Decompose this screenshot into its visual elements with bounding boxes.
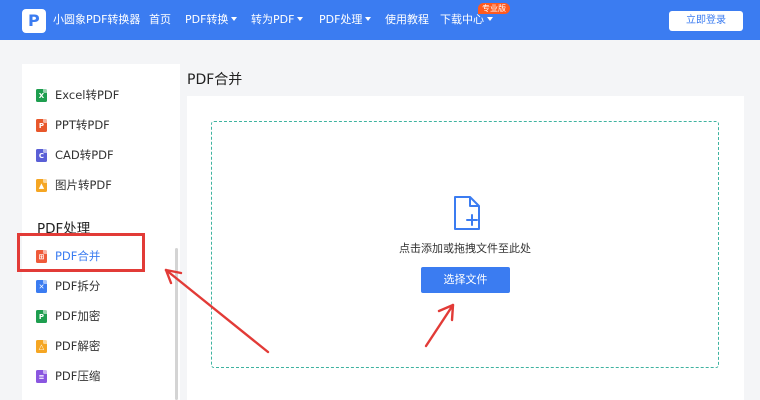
sidebar-item-pdf-split[interactable]: ✕ PDF拆分 bbox=[36, 276, 100, 296]
drop-hint-text: 点击添加或拖拽文件至此处 bbox=[399, 242, 531, 255]
sidebar-item-image-to-pdf[interactable]: ▲ 图片转PDF bbox=[36, 175, 112, 195]
highlight-box bbox=[17, 233, 145, 272]
nav-pdf-tools[interactable]: PDF处理 bbox=[319, 13, 372, 27]
sidebar: X Excel转PDF P PPT转PDF C CAD转PDF ▲ 图片转PDF… bbox=[17, 64, 180, 400]
compress-icon: ≡ bbox=[36, 369, 47, 383]
lock-icon: P bbox=[36, 309, 47, 323]
sidebar-item-label: 图片转PDF bbox=[55, 178, 112, 192]
sidebar-item-pdf-compress[interactable]: ≡ PDF压缩 bbox=[36, 366, 100, 386]
pro-badge: 专业版 bbox=[478, 3, 510, 14]
chevron-down-icon bbox=[487, 17, 493, 21]
nav-pdf-convert[interactable]: PDF转换 bbox=[185, 13, 238, 27]
sidebar-item-label: PDF压缩 bbox=[55, 369, 101, 383]
file-drop-zone[interactable]: 点击添加或拖拽文件至此处 选择文件 bbox=[211, 121, 719, 368]
chevron-down-icon bbox=[297, 17, 304, 21]
add-file-icon bbox=[454, 196, 480, 230]
chevron-down-icon bbox=[365, 17, 372, 21]
sidebar-item-label: PDF加密 bbox=[55, 309, 101, 323]
sidebar-item-pdf-encrypt[interactable]: P PDF加密 bbox=[36, 306, 100, 326]
nav-to-pdf[interactable]: 转为PDF bbox=[251, 13, 304, 27]
chevron-down-icon bbox=[231, 17, 238, 21]
login-button[interactable]: 立即登录 bbox=[669, 11, 743, 31]
unlock-icon: △ bbox=[36, 339, 47, 353]
sidebar-item-ppt-to-pdf[interactable]: P PPT转PDF bbox=[36, 115, 110, 135]
upload-panel: 点击添加或拖拽文件至此处 选择文件 bbox=[187, 96, 744, 400]
select-file-button[interactable]: 选择文件 bbox=[421, 267, 510, 293]
top-navigation-bar: P 小圆象PDF转换器 首页 PDF转换 转为PDF PDF处理 使用教程 下载… bbox=[0, 0, 760, 40]
image-file-icon: ▲ bbox=[36, 178, 47, 192]
sidebar-scrollbar[interactable] bbox=[175, 248, 178, 400]
sidebar-item-cad-to-pdf[interactable]: C CAD转PDF bbox=[36, 145, 114, 165]
sidebar-item-label: PPT转PDF bbox=[55, 118, 110, 132]
split-icon: ✕ bbox=[36, 279, 47, 293]
app-logo[interactable]: P bbox=[22, 9, 46, 33]
logo-letter: P bbox=[28, 11, 40, 30]
sidebar-item-label: PDF解密 bbox=[55, 339, 101, 353]
nav-home[interactable]: 首页 bbox=[149, 13, 171, 27]
cad-file-icon: C bbox=[36, 148, 47, 162]
brand-name[interactable]: 小圆象PDF转换器 bbox=[53, 13, 140, 27]
sidebar-item-pdf-decrypt[interactable]: △ PDF解密 bbox=[36, 336, 100, 356]
excel-file-icon: X bbox=[36, 88, 47, 102]
page-title: PDF合并 bbox=[187, 72, 243, 88]
nav-tutorial[interactable]: 使用教程 bbox=[385, 13, 429, 27]
sidebar-item-label: Excel转PDF bbox=[55, 88, 120, 102]
sidebar-item-excel-to-pdf[interactable]: X Excel转PDF bbox=[36, 85, 119, 105]
nav-download-center[interactable]: 下载中心 bbox=[440, 13, 493, 27]
sidebar-item-label: PDF拆分 bbox=[55, 279, 101, 293]
sidebar-item-label: CAD转PDF bbox=[55, 148, 114, 162]
ppt-file-icon: P bbox=[36, 118, 47, 132]
